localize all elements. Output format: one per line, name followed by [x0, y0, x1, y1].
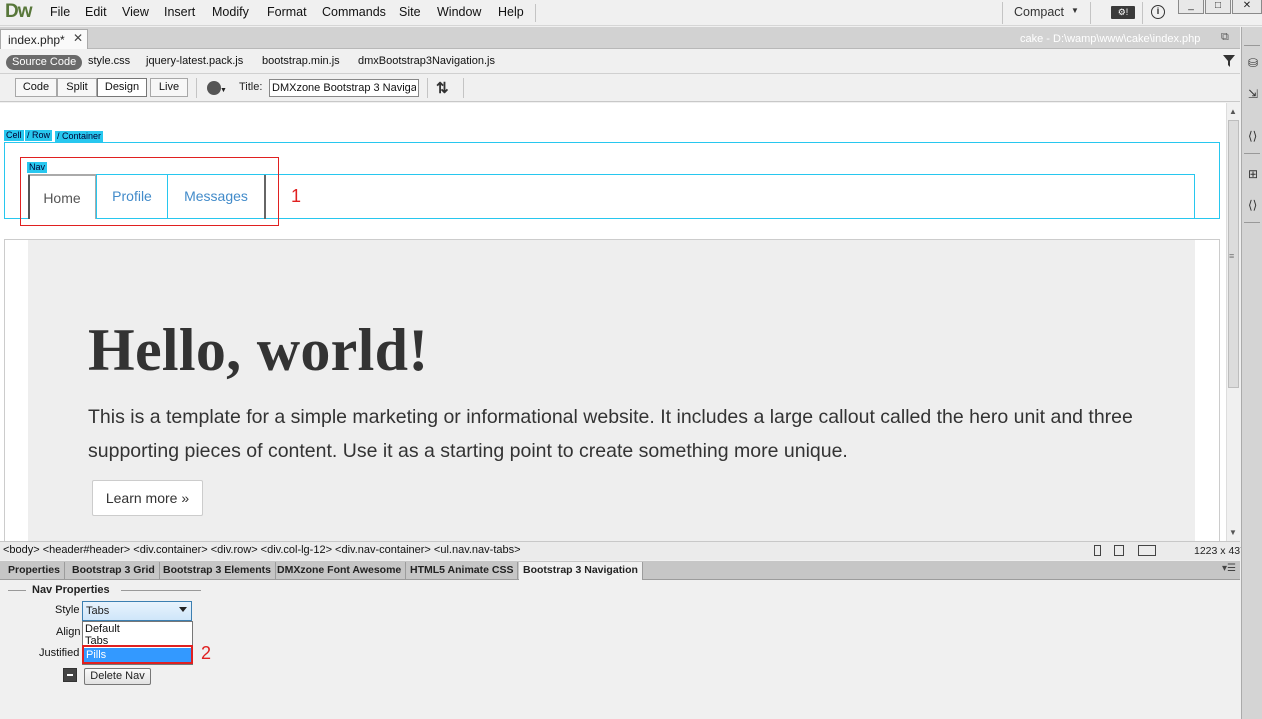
menu-window[interactable]: Window — [437, 5, 481, 19]
help-icon[interactable]: i — [1151, 5, 1165, 19]
menu-help[interactable]: Help — [498, 5, 524, 19]
menu-modify[interactable]: Modify — [212, 5, 249, 19]
panel-menu-icon[interactable]: ▾☰ — [1222, 563, 1236, 574]
restore-window-icon[interactable]: ⧉ — [1221, 31, 1229, 44]
divider — [1244, 45, 1260, 46]
minimize-button[interactable]: _ — [1178, 0, 1204, 14]
chevron-down-icon[interactable]: ▼ — [220, 87, 227, 94]
title-input[interactable] — [269, 79, 419, 97]
menu-format[interactable]: Format — [267, 5, 307, 19]
related-file-dmx-nav[interactable]: dmxBootstrap3Navigation.js — [358, 55, 495, 67]
globe-icon[interactable] — [207, 81, 221, 95]
annotation-number-2: 2 — [201, 643, 212, 663]
hero-title: Hello, world! — [88, 317, 429, 383]
tab-bootstrap-elements[interactable]: Bootstrap 3 Elements — [159, 562, 276, 580]
menu-view[interactable]: View — [122, 5, 149, 19]
tab-animate-css[interactable]: HTML5 Animate CSS — [406, 562, 519, 580]
divider — [121, 590, 201, 591]
section-title: Nav Properties — [32, 584, 110, 596]
hero-text: This is a template for a simple marketin… — [88, 406, 1133, 462]
maximize-button[interactable]: □ — [1205, 0, 1231, 14]
divider — [463, 78, 464, 98]
chevron-down-icon[interactable] — [179, 607, 187, 612]
divider — [535, 4, 536, 22]
close-tab-icon[interactable]: ✕ — [73, 31, 83, 45]
jumbotron — [28, 240, 1195, 541]
tab-bootstrap-navigation[interactable]: Bootstrap 3 Navigation — [519, 562, 643, 580]
code-view-button[interactable]: Code — [15, 78, 57, 97]
css-designer-icon[interactable]: ⟨⟩ — [1248, 130, 1260, 142]
option-default[interactable]: Default — [85, 623, 120, 635]
close-window-button[interactable]: ✕ — [1232, 0, 1262, 14]
collapse-icon[interactable] — [63, 668, 77, 682]
insert-icon[interactable]: ⇲ — [1248, 88, 1260, 100]
tab-font-awesome[interactable]: DMXzone Font Awesome — [273, 562, 407, 580]
tag-selector[interactable]: <body> <header#header> <div.container> <… — [3, 544, 521, 556]
cell-tag[interactable]: Cell — [4, 130, 24, 141]
style-select[interactable]: Tabs — [82, 601, 192, 621]
sync-settings-button[interactable]: ⚙! — [1111, 6, 1135, 19]
learn-more-button[interactable]: Learn more » — [92, 480, 203, 516]
justified-label: Justified — [39, 647, 80, 659]
divider — [1244, 222, 1260, 223]
menu-commands[interactable]: Commands — [322, 5, 386, 19]
divider — [427, 78, 428, 98]
tab-properties[interactable]: Properties — [4, 562, 65, 580]
scroll-up-icon[interactable]: ▲ — [1229, 107, 1237, 116]
file-management-icon[interactable]: ⇅ — [436, 79, 449, 97]
document-tab-label[interactable]: index.php* — [8, 33, 65, 47]
divider — [8, 590, 26, 591]
divider — [1244, 153, 1260, 154]
delete-nav-button[interactable]: Delete Nav — [84, 668, 151, 685]
document-path: cake - D:\wamp\www\cake\index.php — [1020, 33, 1201, 45]
workspace-switcher[interactable]: Compact — [1014, 5, 1064, 19]
annotation-box-2 — [82, 645, 193, 664]
phone-icon[interactable] — [1094, 545, 1101, 556]
divider — [1142, 2, 1143, 24]
scroll-down-icon[interactable]: ▼ — [1229, 528, 1237, 537]
annotation-number-1: 1 — [291, 186, 302, 206]
desktop-icon[interactable] — [1138, 545, 1156, 556]
chevron-down-icon[interactable]: ▼ — [1071, 6, 1079, 15]
menu-edit[interactable]: Edit — [85, 5, 107, 19]
container-tag[interactable]: / Container — [55, 131, 104, 142]
divider — [1090, 2, 1091, 24]
menu-insert[interactable]: Insert — [164, 5, 195, 19]
divider — [1002, 2, 1003, 24]
divider — [196, 78, 197, 98]
style-label: Style — [55, 604, 80, 616]
row-tag[interactable]: / Row — [25, 130, 53, 141]
live-view-button[interactable]: Live — [150, 78, 188, 97]
files-icon[interactable]: ⊞ — [1248, 168, 1260, 180]
app-logo: Dw — [5, 1, 32, 22]
snippets-icon[interactable]: ⟨⟩ — [1248, 199, 1260, 211]
grip-icon: ≡ — [1229, 251, 1235, 261]
database-icon[interactable]: ⛁ — [1248, 57, 1260, 69]
related-file-bootstrap[interactable]: bootstrap.min.js — [262, 55, 340, 67]
menu-site[interactable]: Site — [399, 5, 421, 19]
split-view-button[interactable]: Split — [57, 78, 97, 97]
filter-icon[interactable] — [1223, 55, 1235, 67]
menu-file[interactable]: File — [50, 5, 70, 19]
source-code-button[interactable]: Source Code — [6, 55, 83, 70]
related-file-jquery[interactable]: jquery-latest.pack.js — [146, 55, 243, 67]
annotation-box-1 — [20, 157, 279, 226]
tab-bootstrap-grid[interactable]: Bootstrap 3 Grid — [68, 562, 160, 580]
align-label: Align — [56, 626, 81, 638]
design-view-button[interactable]: Design — [97, 78, 147, 97]
related-file-style-css[interactable]: style.css — [88, 55, 130, 67]
title-label: Title: — [239, 81, 263, 93]
tablet-icon[interactable] — [1114, 545, 1124, 556]
